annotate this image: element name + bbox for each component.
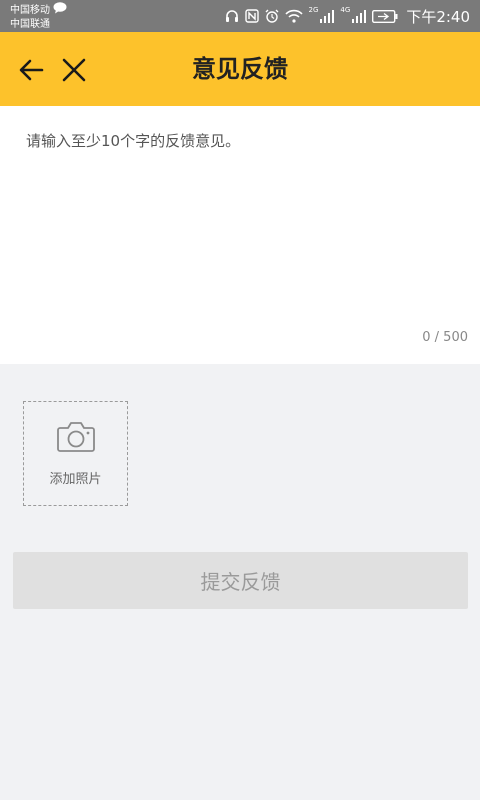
feedback-input[interactable]	[26, 130, 456, 320]
signal-icon-2	[352, 9, 367, 23]
submit-feedback-label: 提交反馈	[200, 570, 281, 594]
carrier-row-2: 中国联通	[10, 18, 67, 31]
carrier-1-label: 中国移动	[10, 4, 50, 16]
submit-feedback-button[interactable]: 提交反馈	[13, 552, 468, 609]
carrier-row-1: 中国移动	[10, 2, 67, 18]
camera-icon	[56, 420, 95, 456]
battery-icon	[372, 9, 398, 23]
add-photo-label: 添加照片	[49, 472, 102, 487]
network-type-2: 4G	[340, 5, 351, 14]
wifi-icon	[284, 9, 303, 23]
char-counter: 0 / 500	[422, 330, 468, 345]
add-photo-button[interactable]: 添加照片	[23, 401, 128, 506]
close-button[interactable]	[58, 54, 90, 86]
headset-icon	[225, 9, 239, 23]
carrier-info: 中国移动 中国联通	[10, 2, 67, 31]
feedback-section: 0 / 500	[0, 106, 480, 364]
message-icon	[53, 2, 67, 18]
signal-icon-1	[320, 9, 335, 23]
status-time: 下午2:40	[406, 7, 470, 26]
header-bar: 意见反馈	[0, 32, 480, 106]
status-icons: 2G 4G 下午2:40	[225, 0, 470, 32]
status-bar: 中国移动 中国联通 2G 4G 下午2:40	[0, 0, 480, 32]
close-icon	[62, 58, 86, 82]
nfc-icon	[244, 9, 259, 23]
back-button[interactable]	[16, 54, 48, 86]
carrier-2-label: 中国联通	[10, 19, 50, 30]
arrow-left-icon	[19, 59, 44, 81]
network-type-1: 2G	[308, 5, 319, 14]
alarm-icon	[265, 9, 279, 23]
